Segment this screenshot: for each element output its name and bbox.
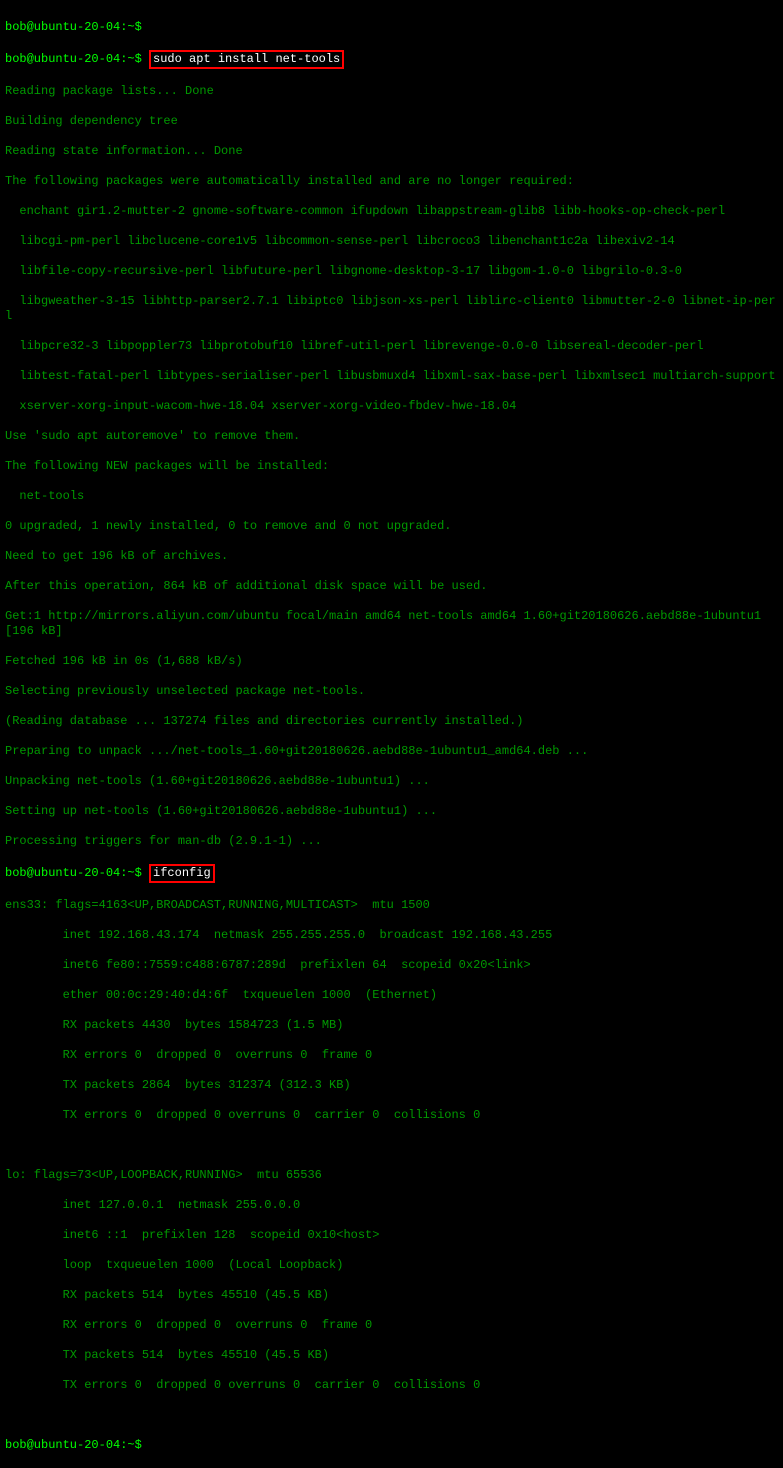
apt-output-line: Use 'sudo apt autoremove' to remove them… xyxy=(5,429,778,444)
apt-output-line: Need to get 196 kB of archives. xyxy=(5,549,778,564)
prompt-line-1: bob@ubuntu-20-04:~$ xyxy=(5,20,149,34)
command-install: sudo apt install net-tools xyxy=(149,50,344,69)
apt-output-line: After this operation, 864 kB of addition… xyxy=(5,579,778,594)
apt-output-line: libfile-copy-recursive-perl libfuture-pe… xyxy=(5,264,778,279)
apt-output-line: Processing triggers for man-db (2.9.1-1)… xyxy=(5,834,778,849)
ifconfig-output-line: lo: flags=73<UP,LOOPBACK,RUNNING> mtu 65… xyxy=(5,1168,778,1183)
ifconfig-output-line: TX errors 0 dropped 0 overruns 0 carrier… xyxy=(5,1378,778,1393)
ifconfig-output-line: TX packets 2864 bytes 312374 (312.3 KB) xyxy=(5,1078,778,1093)
apt-output-line: The following NEW packages will be insta… xyxy=(5,459,778,474)
ifconfig-output-line: RX errors 0 dropped 0 overruns 0 frame 0 xyxy=(5,1318,778,1333)
ifconfig-output-line: TX errors 0 dropped 0 overruns 0 carrier… xyxy=(5,1108,778,1123)
apt-output-line: Setting up net-tools (1.60+git20180626.a… xyxy=(5,804,778,819)
apt-output-line: libtest-fatal-perl libtypes-serialiser-p… xyxy=(5,369,778,384)
apt-output-line: libpcre32-3 libpoppler73 libprotobuf10 l… xyxy=(5,339,778,354)
ifconfig-output-line: RX packets 4430 bytes 1584723 (1.5 MB) xyxy=(5,1018,778,1033)
apt-output-line: 0 upgraded, 1 newly installed, 0 to remo… xyxy=(5,519,778,534)
apt-output-line: Reading package lists... Done xyxy=(5,84,778,99)
ifconfig-output-line: ether 00:0c:29:40:d4:6f txqueuelen 1000 … xyxy=(5,988,778,1003)
ifconfig-output-line: inet 192.168.43.174 netmask 255.255.255.… xyxy=(5,928,778,943)
ifconfig-output-line: inet 127.0.0.1 netmask 255.0.0.0 xyxy=(5,1198,778,1213)
prompt-line-3: bob@ubuntu-20-04:~$ xyxy=(5,866,149,880)
apt-output-line: enchant gir1.2-mutter-2 gnome-software-c… xyxy=(5,204,778,219)
ifconfig-output-line: RX errors 0 dropped 0 overruns 0 frame 0 xyxy=(5,1048,778,1063)
prompt-line-2: bob@ubuntu-20-04:~$ xyxy=(5,52,149,66)
command-ifconfig: ifconfig xyxy=(149,864,215,883)
ifconfig-output-line: RX packets 514 bytes 45510 (45.5 KB) xyxy=(5,1288,778,1303)
apt-output-line: (Reading database ... 137274 files and d… xyxy=(5,714,778,729)
apt-output-line: Building dependency tree xyxy=(5,114,778,129)
apt-output-line: The following packages were automaticall… xyxy=(5,174,778,189)
apt-output-line: libgweather-3-15 libhttp-parser2.7.1 lib… xyxy=(5,294,778,324)
ifconfig-output-line: inet6 ::1 prefixlen 128 scopeid 0x10<hos… xyxy=(5,1228,778,1243)
blank-line xyxy=(5,1138,778,1153)
apt-output-line: Reading state information... Done xyxy=(5,144,778,159)
terminal[interactable]: bob@ubuntu-20-04:~$ bob@ubuntu-20-04:~$ … xyxy=(5,5,778,1468)
apt-output-line: Get:1 http://mirrors.aliyun.com/ubuntu f… xyxy=(5,609,778,639)
apt-output-line: xserver-xorg-input-wacom-hwe-18.04 xserv… xyxy=(5,399,778,414)
ifconfig-output-line: inet6 fe80::7559:c488:6787:289d prefixle… xyxy=(5,958,778,973)
blank-line xyxy=(5,1408,778,1423)
apt-output-line: Fetched 196 kB in 0s (1,688 kB/s) xyxy=(5,654,778,669)
apt-output-line: Unpacking net-tools (1.60+git20180626.ae… xyxy=(5,774,778,789)
ifconfig-output-line: TX packets 514 bytes 45510 (45.5 KB) xyxy=(5,1348,778,1363)
prompt-line-4: bob@ubuntu-20-04:~$ xyxy=(5,1438,149,1452)
apt-output-line: Selecting previously unselected package … xyxy=(5,684,778,699)
ifconfig-output-line: loop txqueuelen 1000 (Local Loopback) xyxy=(5,1258,778,1273)
apt-output-line: libcgi-pm-perl libclucene-core1v5 libcom… xyxy=(5,234,778,249)
apt-output-line: net-tools xyxy=(5,489,778,504)
apt-output-line: Preparing to unpack .../net-tools_1.60+g… xyxy=(5,744,778,759)
ifconfig-output-line: ens33: flags=4163<UP,BROADCAST,RUNNING,M… xyxy=(5,898,778,913)
